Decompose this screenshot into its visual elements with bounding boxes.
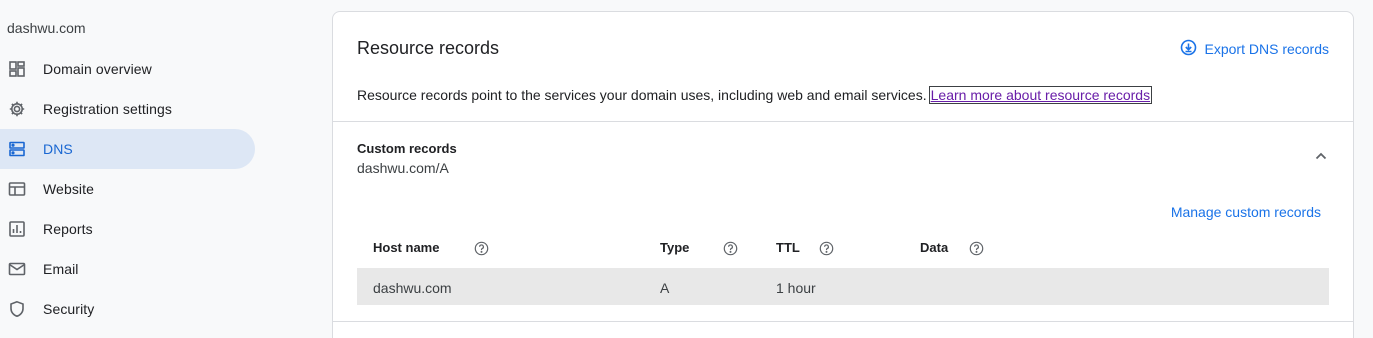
sidebar-item-label: Security [43, 301, 95, 317]
sidebar-item-registration-settings[interactable]: Registration settings [0, 89, 255, 129]
custom-records-subtitle: dashwu.com/A [357, 160, 449, 176]
help-icon[interactable] [819, 241, 834, 256]
sidebar-item-domain-overview[interactable]: Domain overview [0, 49, 255, 89]
shield-icon [8, 300, 26, 318]
email-icon [8, 260, 26, 278]
sidebar-item-security[interactable]: Security [0, 289, 255, 329]
reports-icon [8, 220, 26, 238]
column-header-ttl: TTL [776, 240, 800, 255]
sidebar: dashwu.com Domain overview Registration … [0, 0, 332, 338]
sidebar-item-label: Reports [43, 221, 93, 237]
domain-name: dashwu.com [7, 20, 86, 36]
divider [333, 321, 1353, 322]
export-dns-records-button[interactable]: Export DNS records [1180, 39, 1329, 59]
help-icon[interactable] [474, 241, 489, 256]
resource-records-card: Resource records Export DNS records Reso… [332, 11, 1354, 338]
sidebar-item-dns[interactable]: DNS [0, 129, 255, 169]
manage-custom-records-button[interactable]: Manage custom records [1171, 204, 1321, 220]
custom-records-title: Custom records [357, 141, 457, 156]
learn-more-link[interactable]: Learn more about resource records [928, 86, 1153, 104]
sidebar-item-label: Registration settings [43, 101, 172, 117]
help-icon[interactable] [723, 241, 738, 256]
cell-ttl: 1 hour [776, 280, 816, 296]
divider [333, 121, 1353, 122]
sidebar-item-label: Website [43, 181, 95, 197]
sidebar-item-label: Domain overview [43, 61, 152, 77]
sidebar-item-website[interactable]: Website [0, 169, 255, 209]
description: Resource records point to the services y… [357, 86, 1153, 104]
column-header-host-name: Host name [373, 240, 440, 255]
column-header-data: Data [920, 240, 949, 255]
page-title: Resource records [357, 38, 500, 58]
gear-icon [8, 100, 26, 118]
cell-type: A [660, 280, 670, 296]
sidebar-item-reports[interactable]: Reports [0, 209, 255, 249]
description-text: Resource records point to the services y… [357, 87, 927, 103]
sidebar-item-label: Email [43, 261, 79, 277]
export-label: Export DNS records [1204, 41, 1329, 57]
chevron-up-icon[interactable] [1311, 146, 1331, 166]
table-row[interactable] [357, 268, 1329, 305]
sidebar-item-email[interactable]: Email [0, 249, 255, 289]
sidebar-item-label: DNS [43, 141, 73, 157]
column-header-type: Type [660, 240, 690, 255]
dashboard-icon [8, 60, 26, 78]
cell-host-name: dashwu.com [373, 280, 452, 296]
help-icon[interactable] [969, 241, 984, 256]
download-circle-icon [1180, 39, 1197, 59]
dns-icon [8, 140, 26, 158]
website-icon [8, 180, 26, 198]
